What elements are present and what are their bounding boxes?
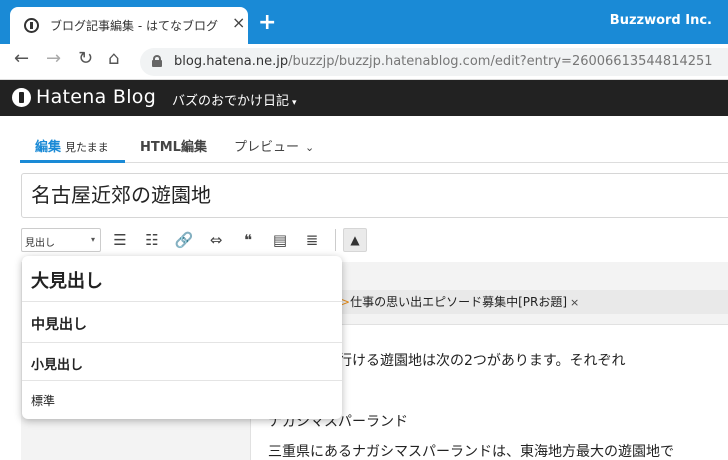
lock-icon[interactable] bbox=[152, 55, 162, 67]
title-input[interactable]: 名古屋近郊の遊園地 bbox=[21, 173, 728, 218]
profile-name[interactable]: Buzzword Inc. bbox=[610, 13, 712, 28]
tab-visual-label: 編集 bbox=[35, 140, 62, 155]
menu-item-label: 小見出し bbox=[31, 358, 84, 373]
collapse-toolbar-button[interactable]: ▲ bbox=[343, 228, 367, 252]
menu-item-label: 大見出し bbox=[31, 271, 103, 292]
address-bar: ← → ↻ ⌂ blog.hatena.ne.jp/buzzjp/buzzjp.… bbox=[0, 44, 728, 80]
hatena-favicon-icon bbox=[24, 18, 39, 33]
browser-tab[interactable]: ブログ記事編集 - はてなブログ × bbox=[10, 7, 248, 44]
tab-preview-label: プレビュー bbox=[234, 140, 300, 155]
forward-icon[interactable]: → bbox=[46, 50, 61, 68]
blog-name-menu[interactable]: バズのおでかけ日記 ▾ bbox=[172, 90, 297, 109]
body-text-line: 三重県にあるナガシマスパーランドは、東海地方最大の遊園地で bbox=[268, 444, 674, 460]
bullet-list-icon[interactable]: ☰ bbox=[109, 230, 131, 250]
hatena-logo-icon[interactable] bbox=[12, 88, 31, 107]
menu-item-small-heading[interactable]: 小見出し bbox=[22, 343, 342, 381]
link-icon[interactable]: 🔗 bbox=[173, 230, 195, 250]
browser-tab-strip: ブログ記事編集 - はてなブログ × + Buzzword Inc. bbox=[0, 0, 728, 44]
url-path: /buzzjp/buzzjp.hatenablog.com/edit?entry… bbox=[288, 54, 713, 69]
new-tab-button[interactable]: + bbox=[258, 12, 276, 34]
tab-title: ブログ記事編集 - はてなブログ bbox=[50, 19, 218, 33]
hatena-header: Hatena Blog バズのおでかけ日記 ▾ bbox=[0, 80, 728, 116]
heading-dropdown-menu: 大見出し 中見出し 小見出し 標準 bbox=[22, 256, 342, 419]
toolbar-divider bbox=[335, 229, 336, 251]
menu-item-label: 標準 bbox=[31, 394, 56, 408]
menu-item-label: 中見出し bbox=[31, 317, 87, 333]
heading-select-value: 見出し bbox=[25, 238, 55, 249]
url-input[interactable]: blog.hatena.ne.jp/buzzjp/buzzjp.hatenabl… bbox=[140, 48, 728, 76]
table-of-contents-icon[interactable]: ▤ bbox=[269, 230, 291, 250]
tab-preview[interactable]: プレビュー ⌄ bbox=[234, 136, 314, 155]
tab-close-icon[interactable]: × bbox=[232, 15, 245, 31]
chevron-down-icon: ⌄ bbox=[305, 141, 315, 154]
theme-tag[interactable]: >仕事の思い出エピソード募集中[PRお題] × bbox=[340, 293, 579, 310]
back-icon[interactable]: ← bbox=[14, 50, 29, 68]
theme-label: 仕事の思い出エピソード募集中[PRお題] bbox=[350, 295, 568, 309]
menu-item-medium-heading[interactable]: 中見出し bbox=[22, 302, 342, 343]
url-text: blog.hatena.ne.jp/buzzjp/buzzjp.hatenabl… bbox=[174, 54, 713, 69]
menu-item-normal[interactable]: 標準 bbox=[22, 381, 342, 419]
theme-close-icon[interactable]: × bbox=[570, 296, 579, 309]
footnote-icon[interactable]: ≣ bbox=[301, 230, 323, 250]
tab-visual-sub: 見たまま bbox=[65, 141, 109, 154]
heading-select[interactable]: 見出し ▾ bbox=[21, 228, 101, 252]
select-arrow-icon: ▾ bbox=[90, 235, 95, 244]
quote-icon[interactable]: ❝ bbox=[237, 230, 259, 250]
hatena-blog-logo[interactable]: Hatena Blog bbox=[36, 86, 156, 108]
numbered-list-icon[interactable]: ☷ bbox=[141, 230, 163, 250]
menu-item-large-heading[interactable]: 大見出し bbox=[22, 256, 342, 302]
read-more-icon[interactable]: ⇔ bbox=[205, 230, 227, 250]
caret-down-icon: ▾ bbox=[292, 98, 297, 108]
url-host: blog.hatena.ne.jp bbox=[174, 54, 289, 69]
tab-visual-edit[interactable]: 編集 見たまま bbox=[20, 136, 125, 163]
editor-toolbar: 見出し ▾ ☰ ☷ 🔗 ⇔ ❝ ▤ ≣ ▲ bbox=[21, 228, 728, 252]
editor-tabs: 編集 見たまま HTML編集 プレビュー ⌄ bbox=[20, 130, 728, 163]
home-icon[interactable]: ⌂ bbox=[108, 50, 119, 68]
reload-icon[interactable]: ↻ bbox=[78, 50, 93, 68]
tab-html-edit[interactable]: HTML編集 bbox=[140, 136, 207, 155]
blog-name-label: バズのおでかけ日記 bbox=[172, 94, 290, 109]
